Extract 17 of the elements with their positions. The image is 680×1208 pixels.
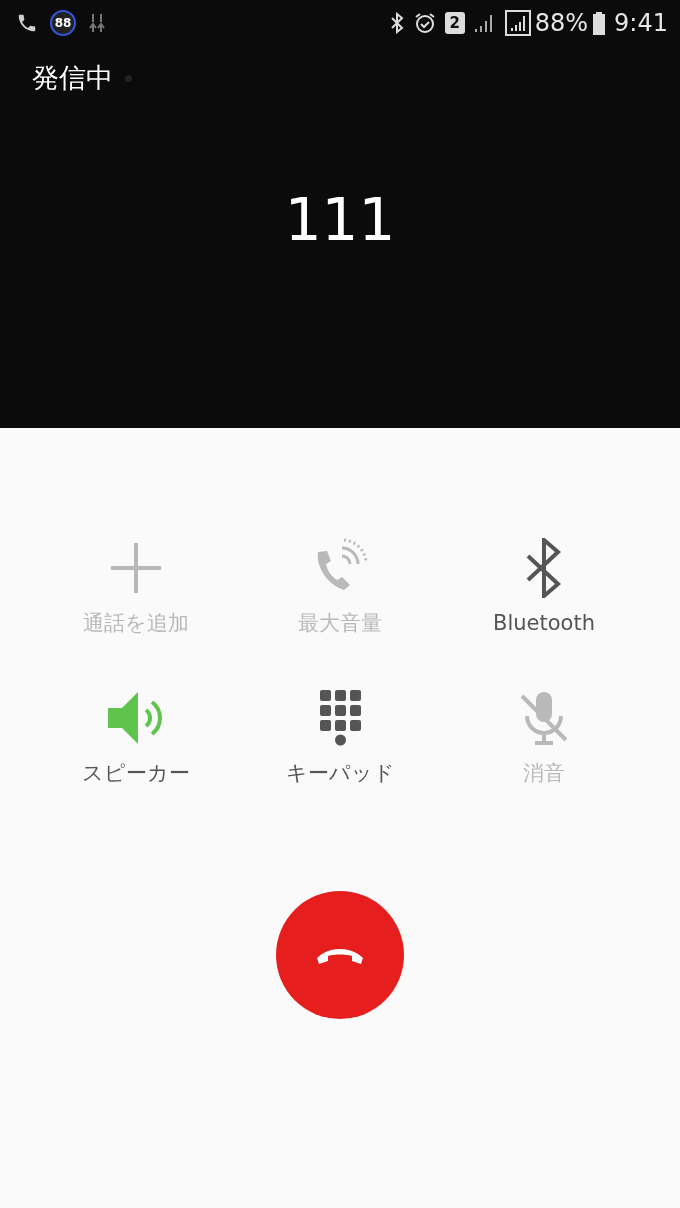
battery-icon	[592, 11, 607, 35]
signal-icon	[504, 10, 531, 36]
plus-icon	[108, 540, 164, 596]
call-option-button[interactable]: Bluetooth	[442, 536, 646, 640]
phone-number: 111	[284, 184, 396, 256]
data-transfer-icon	[88, 12, 106, 34]
sim-badge: 2	[444, 12, 465, 34]
notification-badge: 88	[50, 10, 76, 36]
call-option-button[interactable]: スピーカー	[34, 685, 238, 789]
keypad-icon	[319, 689, 361, 746]
clock: 9:41	[614, 8, 668, 39]
bluetooth-icon	[388, 12, 405, 34]
muted-microphone-icon	[519, 689, 569, 746]
phone-icon	[16, 12, 38, 34]
call-option-button[interactable]: キーパッド	[238, 685, 442, 789]
call-status: 発信中	[32, 61, 113, 95]
battery-percentage: 88%	[534, 8, 589, 39]
